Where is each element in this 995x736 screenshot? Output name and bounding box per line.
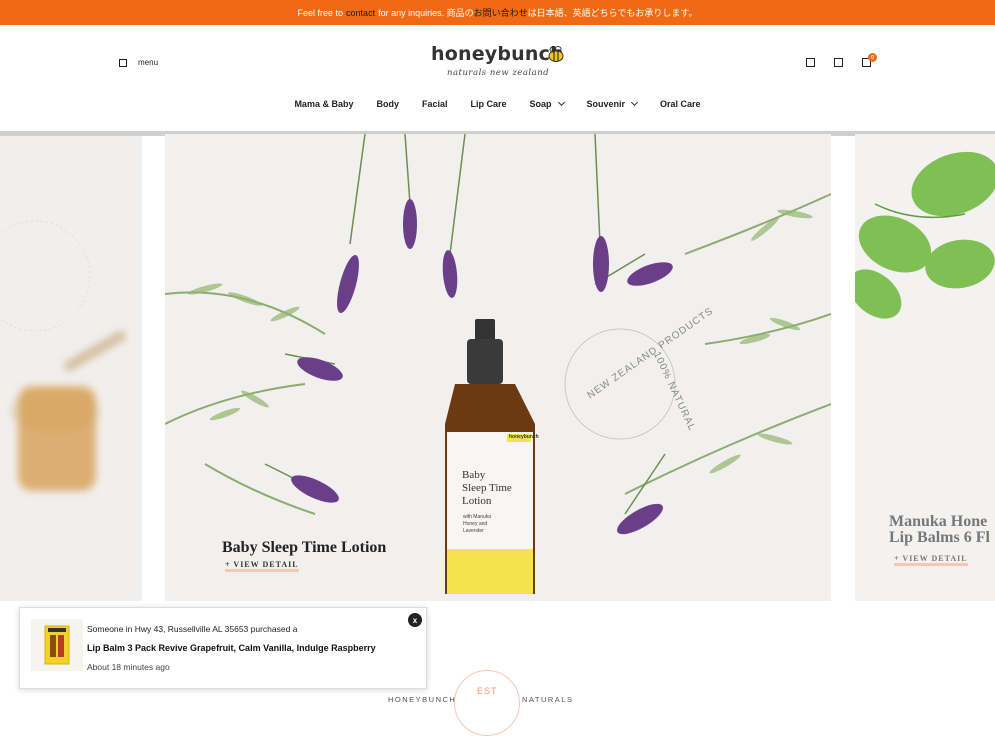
bottle-small-3: Lavender [463, 528, 484, 534]
chevron-down-icon [557, 98, 565, 107]
nav-label: Body [376, 99, 399, 109]
nav-label: Souvenir [586, 99, 626, 109]
lip-balm-pack-image [44, 625, 70, 665]
footer-brand-left: HONEYBUNCH [388, 695, 457, 704]
slide-prev[interactable] [0, 136, 142, 601]
purchase-time-text: About 18 minutes ago [87, 662, 170, 672]
announcement-suffix: は日本語、英語どちらでもお承りします。 [527, 8, 698, 18]
chevron-down-icon [630, 98, 639, 107]
footer-brand-right: NATURALS [522, 695, 574, 704]
footer-brand-mark: EST HONEYBUNCH NATURALS [388, 670, 588, 736]
nav-item-lip-care[interactable]: Lip Care [459, 99, 518, 109]
bottle-brand: honeybunch [509, 434, 539, 440]
nav-label: Mama & Baby [294, 99, 354, 109]
purchased-product-link[interactable]: Lip Balm 3 Pack Revive Grapefruit, Calm … [87, 643, 376, 653]
nav-label: Soap [529, 99, 552, 109]
announcement-middle: for any inquiries. 商品の [378, 8, 474, 18]
honey-jar-image [0, 220, 126, 491]
cart-icon[interactable]: 0 [862, 53, 877, 67]
close-button[interactable]: x [408, 613, 422, 627]
est-text: EST [477, 686, 498, 696]
inquiry-link[interactable]: お問い合わせ [474, 6, 528, 19]
est-badge-circle [454, 670, 520, 736]
logo[interactable]: honeybunch naturals new zealand [425, 41, 570, 85]
nav-item-facial[interactable]: Facial [410, 99, 459, 109]
purchase-notification[interactable]: Someone in Hwy 43, Russellville AL 35653… [19, 607, 427, 689]
main-nav: Mama & Baby Body Facial Lip Care Soap So… [0, 98, 995, 109]
nav-item-souvenir[interactable]: Souvenir [575, 98, 649, 109]
account-icon[interactable] [834, 58, 843, 67]
logo-subtitle: naturals new zealand [447, 68, 550, 78]
lavender-lotion-image [165, 134, 831, 594]
contact-link[interactable]: contact [346, 8, 375, 18]
bottle-small-2: Honey and [463, 521, 488, 527]
menu-icon [119, 58, 127, 67]
menu-label: menu [138, 58, 159, 67]
site-header: menu honeybunch naturals new zealand 0 M… [0, 25, 995, 135]
bottle-small-1: with Manuka [463, 514, 492, 520]
nav-label: Facial [421, 99, 448, 109]
bee-icon [548, 46, 564, 62]
bottle-line-2: Sleep Time [462, 482, 512, 494]
view-detail-link[interactable]: + VIEW DETAIL [225, 560, 299, 572]
logo-text: honeybunch [431, 43, 564, 65]
announcement-bar: Feel free to contact for any inquiries. … [0, 0, 995, 25]
nav-item-body[interactable]: Body [365, 99, 411, 109]
slide-title-line-2: Lip Balms 6 Fl [889, 529, 990, 546]
announcement-prefix: Feel free to [297, 7, 344, 18]
bottle-line-3: Lotion [462, 495, 492, 507]
search-icon[interactable] [806, 58, 815, 67]
nav-item-oral-care[interactable]: Oral Care [649, 99, 713, 109]
nav-item-soap[interactable]: Soap [518, 98, 575, 109]
bottle-line-1: Baby [462, 469, 486, 481]
menu-button[interactable]: menu [119, 58, 158, 67]
slide-main[interactable]: NEW ZEALAND PRODUCTS 100% NATURAL honeyb… [165, 134, 831, 601]
nav-item-mama-baby[interactable]: Mama & Baby [283, 99, 365, 109]
view-detail-link[interactable]: + VIEW DETAIL [894, 554, 968, 566]
slide-next[interactable]: Manuka Hone Lip Balms 6 Fl + VIEW DETAIL [855, 134, 995, 601]
header-actions: 0 [806, 53, 877, 67]
nav-label: Oral Care [660, 99, 701, 109]
purchase-location-text: Someone in Hwy 43, Russellville AL 35653… [87, 624, 298, 634]
slide-title: Baby Sleep Time Lotion [222, 539, 387, 556]
product-thumbnail[interactable] [31, 619, 83, 671]
cart-count-badge: 0 [868, 53, 877, 62]
nav-label: Lip Care [470, 99, 507, 109]
